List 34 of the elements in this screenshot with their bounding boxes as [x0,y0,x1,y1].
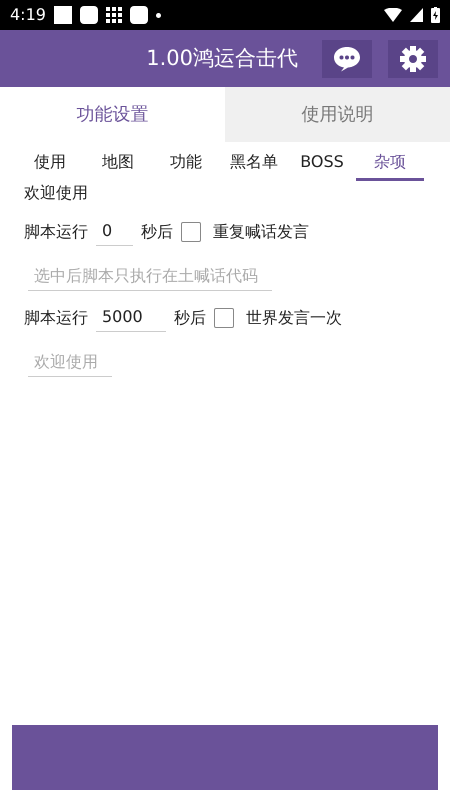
label-text: 脚本运行 [24,220,88,242]
sub-tab[interactable]: 功能 [152,150,220,181]
battery-icon [431,7,440,23]
text-field[interactable]: 选中后脚本只执行在土喊话代码 [28,262,272,291]
number-field[interactable]: 5000 [96,303,166,332]
chat-button[interactable] [322,40,372,78]
dot-icon [156,12,161,18]
sub-tab[interactable]: 黑名单 [220,150,288,181]
sub-tab[interactable]: BOSS [288,150,356,181]
text-field[interactable]: 欢迎使用 [28,348,112,377]
notification-icon [80,6,98,24]
sub-tab[interactable]: 使用 [16,150,84,181]
checkbox[interactable] [214,308,234,328]
status-time: 4:19 [10,4,46,26]
app-title: 1.00鸿运合击代 [146,44,298,72]
chat-bubble-icon [333,46,361,72]
settings-button[interactable] [388,40,438,78]
wifi-icon [384,8,402,22]
checkbox-label: 世界发言一次 [246,306,342,328]
signal-icon [410,8,423,22]
notification-icon [54,6,72,24]
tab[interactable]: 使用说明 [225,87,450,142]
label-text: 秒后 [141,220,173,242]
sub-tab[interactable]: 杂项 [356,150,424,181]
notification-icon [130,6,148,24]
checkbox-label: 重复喊话发言 [213,220,309,242]
welcome-text: 欢迎使用 [24,182,89,204]
number-field[interactable]: 0 [96,217,133,246]
sub-tab[interactable]: 地图 [84,150,152,181]
settings-icon [399,44,427,72]
grid-icon [106,7,122,23]
label-text: 秒后 [174,306,206,328]
label-text: 脚本运行 [24,306,88,328]
checkbox[interactable] [181,222,201,242]
